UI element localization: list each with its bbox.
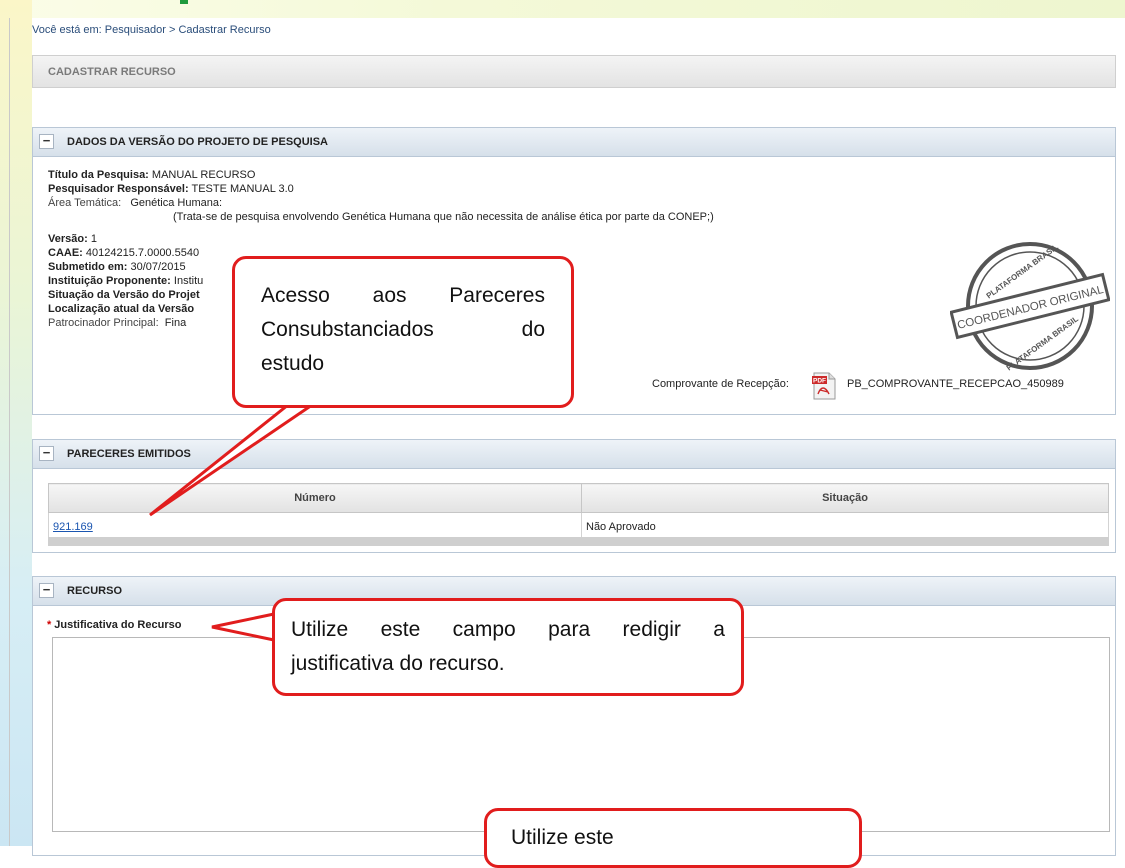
- info-label: Localização atual da Versão: [48, 303, 195, 315]
- callout-word: redigir: [622, 618, 681, 641]
- callout-line: estudo: [261, 352, 325, 375]
- info-label: Instituição Proponente:: [48, 275, 171, 287]
- callout-word: Utilize: [291, 618, 349, 641]
- callout-word: a: [713, 618, 725, 641]
- panel-header: − DADOS DA VERSÃO DO PROJETO DE PESQUISA: [33, 128, 1115, 157]
- banner-accent: [180, 0, 188, 4]
- info-value: MANUAL RECURSO: [151, 169, 256, 181]
- callout-line: Utilize este campo para redigir a: [291, 613, 725, 647]
- breadcrumb: Você está em: Pesquisador > Cadastrar Re…: [32, 24, 271, 36]
- field-label-text: Justificativa do Recurso: [54, 619, 182, 631]
- info-situacao: Situação da Versão do Projet: [48, 289, 200, 301]
- info-value: Institu: [173, 275, 204, 287]
- receipt-label: Comprovante de Recepção:: [652, 378, 789, 390]
- callout-word: Consubstanciados: [261, 318, 434, 341]
- callout-word: Pareceres: [449, 284, 545, 307]
- info-label: Pesquisador Responsável:: [48, 183, 189, 195]
- info-label: Situação da Versão do Projet: [48, 289, 200, 301]
- info-area-note: (Trata-se de pesquisa envolvendo Genétic…: [173, 211, 714, 223]
- info-patrocinador: Patrocinador Principal: Fina: [48, 317, 186, 329]
- left-divider: [9, 18, 10, 846]
- info-value: Fina: [164, 317, 187, 329]
- callout-line: justificativa do recurso.: [291, 652, 505, 675]
- required-mark: *: [47, 619, 52, 631]
- callout-justificativa: Utilize este campo para redigir a justif…: [272, 598, 744, 696]
- panel-title: PARECERES EMITIDOS: [67, 448, 191, 460]
- collapse-toggle-button[interactable]: −: [39, 583, 54, 598]
- pareceres-table: Número Situação 921.169 Não Aprovado: [48, 483, 1109, 541]
- pdf-file-icon[interactable]: PDF: [811, 372, 837, 400]
- column-header-numero[interactable]: Número: [48, 483, 582, 513]
- info-localizacao: Localização atual da Versão: [48, 303, 194, 315]
- page-title-bar: CADASTRAR RECURSO: [32, 55, 1116, 88]
- left-decoration: [0, 0, 32, 846]
- page-title: CADASTRAR RECURSO: [48, 66, 176, 78]
- callout-line: Acesso aos Pareceres: [261, 279, 545, 313]
- panel-title: DADOS DA VERSÃO DO PROJETO DE PESQUISA: [67, 136, 328, 148]
- panel-header: − PARECERES EMITIDOS: [33, 440, 1115, 469]
- collapse-toggle-button[interactable]: −: [39, 134, 54, 149]
- info-titulo: Título da Pesquisa: MANUAL RECURSO: [48, 169, 255, 181]
- info-label: CAAE:: [48, 247, 83, 259]
- info-value: 40124215.7.0000.5540: [85, 247, 200, 259]
- info-area: Área Temática: Genética Humana:: [48, 197, 222, 209]
- callout-word: do: [521, 318, 545, 341]
- pdf-icon-label: PDF: [813, 378, 826, 385]
- info-label: Título da Pesquisa:: [48, 169, 149, 181]
- info-submetido: Submetido em: 30/07/2015: [48, 261, 186, 273]
- callout-word: para: [548, 618, 591, 641]
- info-label: Submetido em:: [48, 261, 128, 273]
- column-header-situacao[interactable]: Situação: [581, 483, 1109, 513]
- info-pesquisador: Pesquisador Responsável: TESTE MANUAL 3.…: [48, 183, 294, 195]
- callout-line: Utilize este: [511, 826, 614, 849]
- info-caae: CAAE: 40124215.7.0000.5540: [48, 247, 199, 259]
- callout-word: campo: [452, 618, 516, 641]
- info-label: Área Temática:: [48, 197, 122, 209]
- justificativa-label: * Justificativa do Recurso: [47, 619, 181, 631]
- info-instituicao: Instituição Proponente: Institu: [48, 275, 203, 287]
- receipt-file-link[interactable]: PB_COMPROVANTE_RECEPCAO_450989: [847, 378, 1064, 390]
- info-value: TESTE MANUAL 3.0: [191, 183, 294, 195]
- info-value: 1: [90, 233, 97, 245]
- collapse-toggle-button[interactable]: −: [39, 446, 54, 461]
- callout-pareceres: Acesso aos Pareceres Consubstanciados do…: [232, 256, 574, 408]
- project-version-panel: − DADOS DA VERSÃO DO PROJETO DE PESQUISA…: [32, 127, 1116, 415]
- pareceres-panel: − PARECERES EMITIDOS Número Situação 921…: [32, 439, 1116, 553]
- info-value: 30/07/2015: [130, 261, 186, 273]
- callout-word: aos: [372, 284, 407, 307]
- top-banner-strip: [0, 0, 1125, 18]
- info-versao: Versão: 1: [48, 233, 97, 245]
- table-footer-bar: [48, 537, 1109, 546]
- info-value: Genética Humana:: [130, 197, 223, 209]
- panel-title: RECURSO: [67, 585, 123, 597]
- callout-word: Acesso: [261, 284, 330, 307]
- info-label: Patrocinador Principal:: [48, 317, 159, 329]
- info-label: Versão:: [48, 233, 88, 245]
- callout-bottom: Utilize este: [484, 808, 862, 868]
- coordinator-stamp-icon: COORDENADOR ORIGINAL PLATAFORMA BRASIL P…: [950, 242, 1110, 372]
- callout-line: Consubstanciados do: [261, 313, 545, 347]
- parecer-number-link[interactable]: 921.169: [53, 521, 93, 533]
- callout-word: este: [380, 618, 421, 641]
